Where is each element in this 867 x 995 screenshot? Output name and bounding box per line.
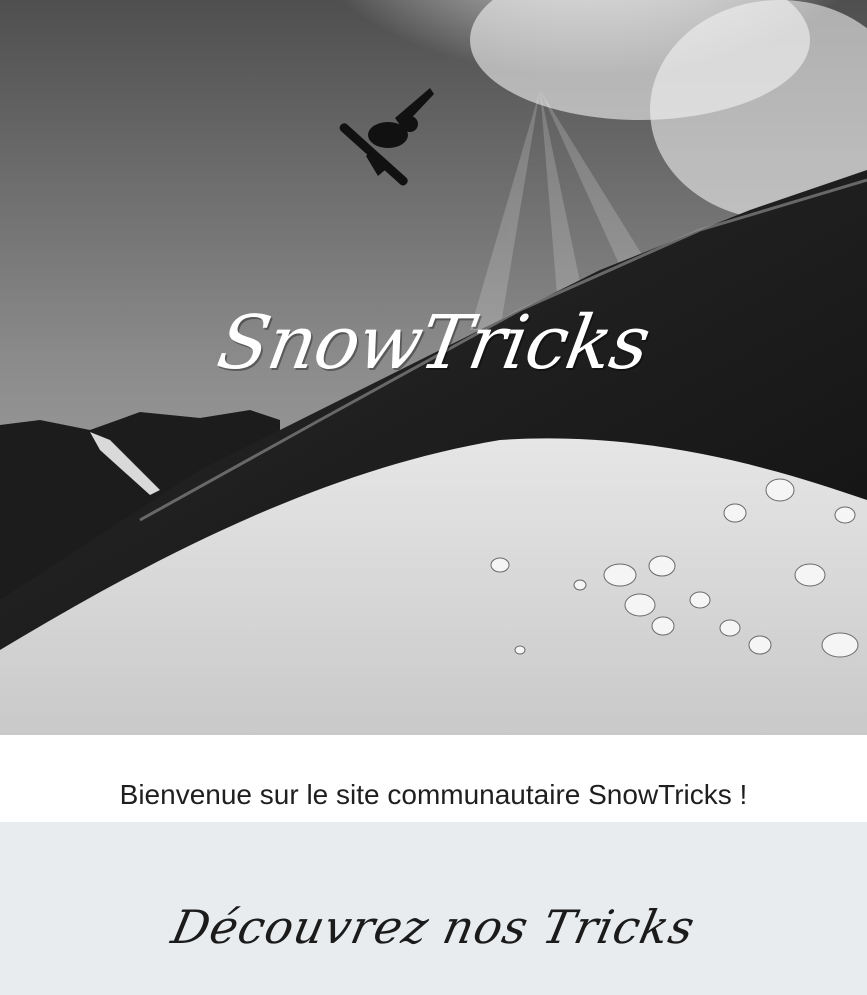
welcome-message: Bienvenue sur le site communautaire Snow… [119, 779, 748, 810]
welcome-section: Bienvenue sur le site communautaire Snow… [0, 735, 867, 822]
discover-tricks-heading: Découvrez nos Tricks [167, 900, 700, 954]
discover-tricks-section: Découvrez nos Tricks [0, 822, 867, 995]
page: SnowTricks Bienvenue sur le site communa… [0, 0, 867, 995]
site-logo-title: SnowTricks [211, 300, 656, 386]
hero-banner: SnowTricks [0, 0, 867, 735]
